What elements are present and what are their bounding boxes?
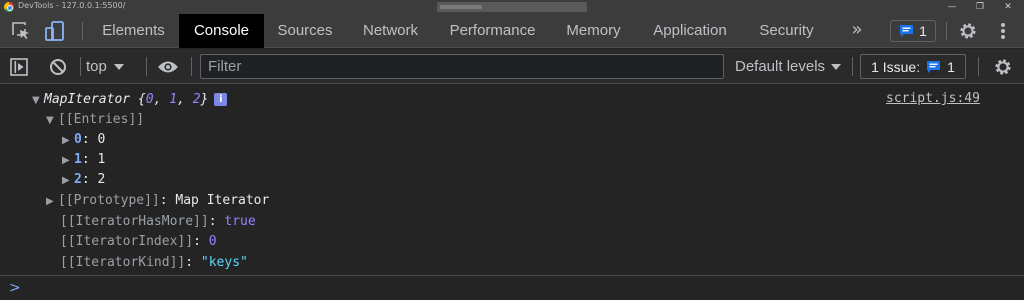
window-title: DevTools - 127.0.0.1:5500/ — [18, 1, 126, 10]
collapsed-triangle-icon[interactable]: ▶ — [62, 131, 74, 151]
tab-performance[interactable]: Performance — [435, 14, 550, 48]
entry-value: 2 — [97, 172, 106, 187]
live-expression-button[interactable] — [154, 49, 182, 84]
index-label: [[IteratorIndex]] — [60, 234, 194, 249]
entry-key: 1 — [74, 152, 82, 167]
more-vert-icon — [1001, 23, 1005, 39]
kind-label: [[IteratorKind]] — [60, 255, 186, 270]
prototype-row[interactable]: ▶ [[Prototype]]: Map Iterator — [46, 191, 269, 211]
iterator-index-row: [[IteratorIndex]]: 0 — [60, 234, 217, 249]
settings-button[interactable] — [951, 14, 985, 48]
entry-value: 0 — [97, 132, 106, 147]
entry-row[interactable]: ▶ 1: 1 — [62, 150, 105, 170]
collapsed-triangle-icon[interactable]: ▶ — [46, 192, 58, 212]
toolbar-divider — [852, 57, 853, 76]
expanded-triangle-icon[interactable]: ▼ — [46, 111, 58, 131]
iterator-has-more-row: [[IteratorHasMore]]: true — [60, 214, 256, 229]
toolbar-divider — [146, 57, 147, 76]
entries-label: [[Entries]] — [58, 112, 145, 127]
preview-open: { — [130, 92, 146, 107]
has-more-value: true — [224, 214, 256, 229]
preview-value: 2 — [192, 92, 201, 107]
toolbar-divider — [191, 57, 192, 76]
object-name: MapIterator — [44, 92, 131, 107]
triangle-down-icon — [831, 63, 842, 70]
kind-value: "keys" — [200, 255, 248, 270]
levels-label: Default levels — [735, 58, 826, 75]
toolbar-divider — [978, 57, 979, 76]
show-sidebar-button[interactable] — [6, 49, 32, 84]
triangle-down-icon — [113, 63, 124, 70]
gear-icon — [995, 58, 1011, 75]
console-output: script.js:49 ▼ MapIterator {0, 1, 2} i ▼[[… — [0, 85, 1024, 275]
devtools-tabbar: Elements Console Sources Network Perform… — [0, 14, 1024, 48]
log-levels-dropdown[interactable]: Default levels — [735, 49, 842, 84]
device-toolbar-button[interactable] — [38, 14, 72, 48]
customize-menu-button[interactable] — [986, 14, 1020, 48]
tab-application[interactable]: Application — [637, 14, 743, 48]
gear-icon — [960, 23, 976, 39]
window-title-bar: DevTools - 127.0.0.1:5500/ — ❐ ✕ — [0, 0, 1024, 14]
device-icon — [45, 21, 64, 41]
issues-count: 1 — [919, 23, 927, 39]
entry-key: 0 — [74, 132, 82, 147]
tabbar-divider — [82, 22, 83, 40]
clear-icon — [50, 58, 66, 75]
more-tabs-button[interactable]: » — [842, 14, 872, 48]
collapsed-triangle-icon[interactable]: ▶ — [62, 151, 74, 171]
preview-value: 1 — [169, 92, 178, 107]
restore-button[interactable]: ❐ — [966, 0, 994, 14]
iterator-kind-row: [[IteratorKind]]: "keys" — [60, 255, 248, 270]
title-search-strip — [437, 2, 587, 12]
issues-counter-button[interactable]: 1 — [890, 20, 936, 42]
collapsed-triangle-icon[interactable]: ▶ — [62, 171, 74, 191]
filter-input[interactable] — [200, 54, 724, 79]
tab-network[interactable]: Network — [346, 14, 435, 48]
issues-toolbar-count: 1 — [947, 58, 955, 75]
toolbar-divider — [80, 57, 81, 76]
prototype-label: [[Prototype]] — [58, 193, 160, 208]
entry-value: 1 — [97, 152, 106, 167]
preview-value: 0 — [145, 92, 154, 107]
message-icon — [900, 25, 914, 37]
tab-memory[interactable]: Memory — [550, 14, 637, 48]
context-value: top — [86, 58, 107, 75]
console-prompt[interactable]: > — [0, 275, 1024, 300]
eye-icon — [158, 61, 178, 72]
sidebar-play-icon — [10, 57, 28, 76]
preview-close: } — [200, 92, 209, 107]
tab-security[interactable]: Security — [743, 14, 830, 48]
inspect-icon — [12, 22, 29, 39]
minimize-button[interactable]: — — [938, 0, 966, 14]
tab-elements[interactable]: Elements — [88, 14, 179, 48]
context-selector[interactable]: top — [86, 49, 124, 84]
tab-sources[interactable]: Sources — [264, 14, 346, 48]
console-message-object[interactable]: ▼ MapIterator {0, 1, 2} i — [32, 90, 228, 111]
source-link[interactable]: script.js:49 — [886, 91, 980, 106]
entry-row[interactable]: ▶ 0: 0 — [62, 130, 105, 150]
has-more-label: [[IteratorHasMore]] — [60, 214, 209, 229]
prompt-chevron-icon: > — [9, 280, 21, 296]
close-window-button[interactable]: ✕ — [994, 0, 1022, 14]
entry-row[interactable]: ▶ 2: 2 — [62, 170, 105, 190]
clear-console-button[interactable] — [46, 49, 70, 84]
chrome-icon — [4, 2, 14, 12]
inspect-element-button[interactable] — [4, 14, 38, 48]
info-icon[interactable]: i — [214, 93, 228, 106]
issues-button[interactable]: 1 Issue: 1 — [860, 54, 966, 79]
issues-label: 1 Issue: — [871, 58, 921, 75]
message-icon — [927, 60, 941, 73]
console-toolbar: top Default levels 1 Issue: 1 — [0, 49, 1024, 84]
console-settings-button[interactable] — [988, 49, 1018, 84]
expanded-triangle-icon[interactable]: ▼ — [32, 91, 44, 111]
entries-node[interactable]: ▼ [[Entries]] — [46, 110, 144, 130]
tabbar-divider-right — [946, 22, 947, 40]
prototype-value: Map Iterator — [175, 193, 270, 208]
entry-key: 2 — [74, 172, 82, 187]
tab-console[interactable]: Console — [179, 14, 264, 48]
index-value: 0 — [208, 234, 217, 249]
